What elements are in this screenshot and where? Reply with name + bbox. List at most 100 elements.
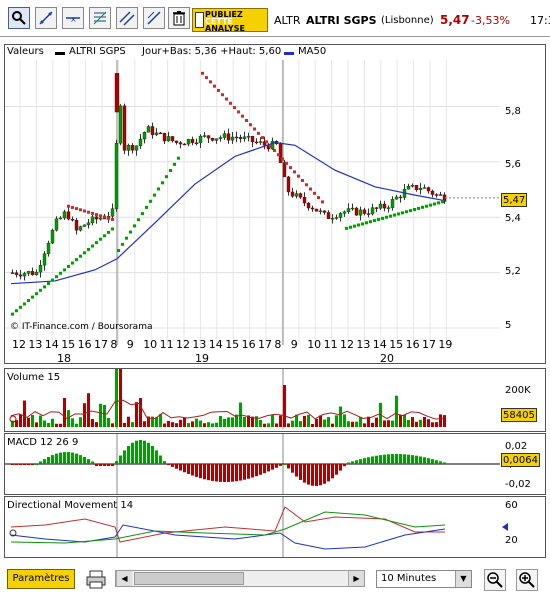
sar-dot [345,226,348,230]
sar-dot [121,242,124,246]
macd-histogram-bar [435,460,438,464]
volume-bar [183,417,186,427]
sar-dot [75,207,78,211]
sar-dot [205,76,208,80]
volume-bar [171,422,174,427]
scroll-thumb[interactable] [134,572,244,585]
zoom-in-button[interactable] [516,569,538,591]
volume-bar [75,423,78,427]
zoom-out-button[interactable] [484,569,506,591]
time-scrollbar[interactable]: ◀ ▶ [115,570,365,587]
sar-dot [55,275,58,279]
candle-body [310,207,315,210]
scroll-right-button[interactable]: ▶ [348,571,364,586]
trendline-button[interactable] [35,7,57,29]
parallel-button[interactable] [143,7,165,29]
macd-histogram-bar [151,446,154,464]
candle-body [146,126,151,133]
volume-bar [119,369,122,427]
sar-dot [107,216,110,220]
macd-histogram-bar [419,456,422,464]
macd-histogram-bar [51,455,54,464]
volume-bar [227,417,230,427]
sar-dot [19,305,22,309]
candle-body [426,187,431,192]
candle-body [238,137,243,139]
sar-dot [297,174,300,178]
candle-body [126,144,131,151]
volume-bar [323,419,326,427]
price-chart[interactable] [5,45,545,363]
candle-body [62,211,67,219]
sar-dot [253,127,256,131]
sar-dot [245,118,248,122]
trash-button[interactable] [168,7,190,29]
sar-dot [425,204,428,208]
interval-select[interactable]: 10 Minutes ▼ [376,570,472,588]
horizontal-line-button[interactable]: × [62,7,84,29]
candle-body [170,136,175,142]
plus-di-line [10,524,446,550]
volume-chart[interactable] [5,369,545,431]
candle-body [22,273,27,277]
volume-bar [31,415,34,427]
macd-histogram-bar [67,452,70,464]
parameters-button[interactable]: Paramètres [7,569,75,589]
hour-tick-label: 13 [192,338,207,351]
publish-analysis-button[interactable]: PUBLIEZ CETTE ANALYSE [192,8,268,33]
sar-dot [313,191,316,195]
macd-histogram-bar [439,461,442,464]
hour-tick-label: 9 [126,338,134,351]
zoom-tool-button[interactable] [8,7,30,29]
sar-dot [249,123,252,127]
candle-body [194,142,199,145]
sar-dot [95,213,98,217]
candle-body [354,207,359,216]
volume-bar [395,395,398,427]
print-button[interactable] [86,569,106,589]
volume-bar [203,423,206,427]
channel-button[interactable] [116,7,138,29]
volume-bar [187,423,190,427]
ticker-market: (Lisbonne) [381,15,434,26]
macd-histogram-bar [379,455,382,464]
macd-histogram-bar [235,464,238,482]
hour-tick-label: 9 [290,338,298,351]
volume-bar [435,422,438,427]
volume-bar [223,418,226,427]
macd-histogram-bar [339,464,342,471]
volume-average-line [10,399,444,420]
candle-body [226,133,231,141]
sar-dot [433,202,436,206]
volume-bar [303,415,306,427]
macd-histogram-bar [111,464,114,466]
macd-histogram-bar [367,457,370,464]
volume-bar [99,403,102,427]
sar-dot [405,210,408,214]
sar-dot [201,71,204,75]
macd-histogram-bar [191,464,194,476]
volume-bar [51,418,54,427]
zoom-out-icon [487,572,503,588]
volume-bar [163,423,166,427]
volume-bar [159,414,162,427]
macd-histogram-bar [175,464,178,469]
sar-dot [43,285,46,289]
volume-bar [191,421,194,427]
macd-histogram-bar [307,464,310,485]
fibonacci-button[interactable] [89,7,111,29]
scroll-left-button[interactable]: ◀ [116,571,132,586]
ticker-symbol: ALTR [274,14,301,27]
sar-dot [83,209,86,213]
hour-tick-label: 14 [372,338,387,351]
sar-dot [137,218,140,222]
volume-bar [127,416,130,427]
volume-ytick: 200K [505,385,531,396]
volume-bar [419,419,422,427]
volume-bar [415,421,418,427]
sar-dot [365,221,368,225]
candle-body [390,198,395,208]
macd-chart[interactable] [5,434,545,494]
sar-dot [381,216,384,220]
candle-body [142,132,147,140]
